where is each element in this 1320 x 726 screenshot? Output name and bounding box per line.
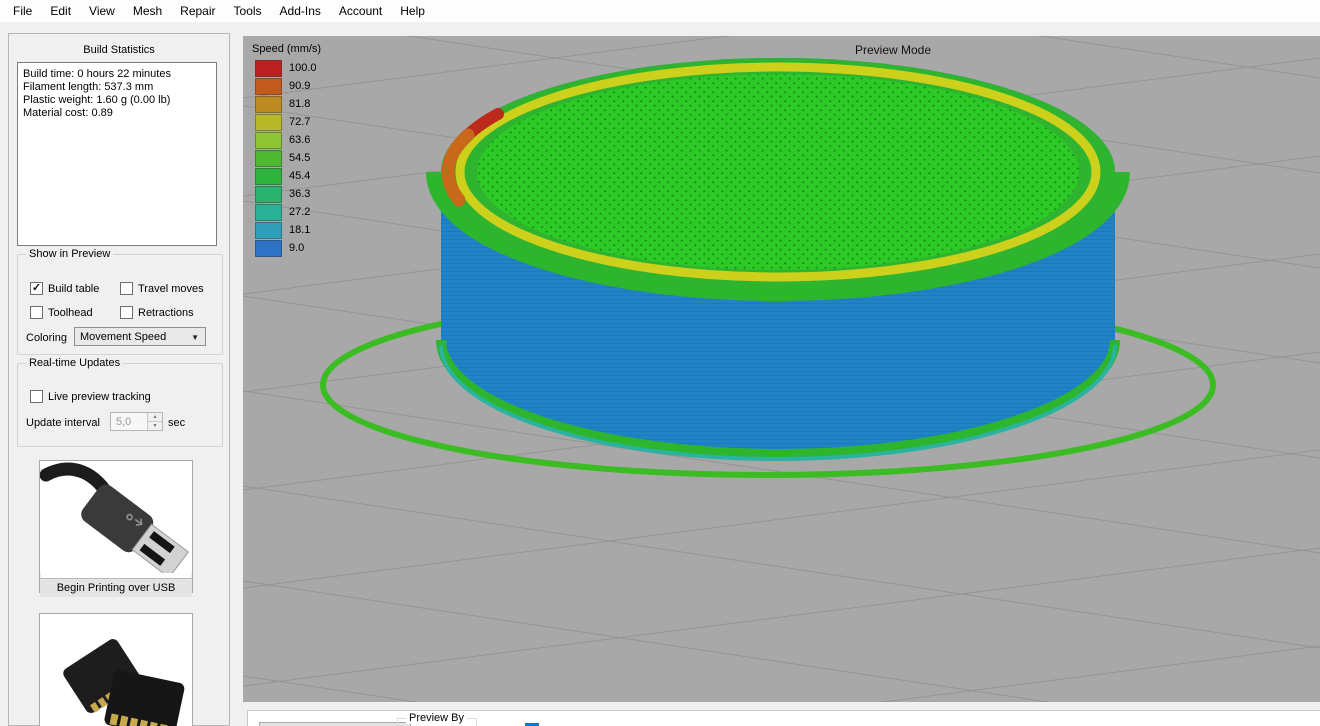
build-statistics-box: Build time: 0 hours 22 minutes Filament … bbox=[17, 62, 217, 246]
checkbox-live-preview-label: Live preview tracking bbox=[48, 391, 151, 403]
checkbox-build-table-label: Build table bbox=[48, 283, 99, 295]
gcode-preview-scene bbox=[243, 36, 1320, 702]
checkbox-build-table[interactable]: ✓ Build table bbox=[30, 282, 99, 295]
bottom-left-button[interactable] bbox=[259, 722, 411, 726]
legend-value: 90.9 bbox=[289, 80, 310, 92]
legend-value: 72.7 bbox=[289, 116, 310, 128]
checkbox-toolhead-box[interactable] bbox=[30, 306, 43, 319]
checkbox-travel-moves[interactable]: Travel moves bbox=[120, 282, 204, 295]
checkbox-retractions-label: Retractions bbox=[138, 307, 194, 319]
build-statistics-title: Build Statistics bbox=[9, 44, 229, 56]
menu-help[interactable]: Help bbox=[391, 1, 434, 21]
legend-row: 63.6 bbox=[252, 131, 321, 149]
legend-value: 9.0 bbox=[289, 242, 304, 254]
legend-value: 54.5 bbox=[289, 152, 310, 164]
top-infill bbox=[477, 74, 1079, 270]
checkbox-retractions[interactable]: Retractions bbox=[120, 306, 194, 319]
menu-tools[interactable]: Tools bbox=[225, 1, 271, 21]
legend-row: 9.0 bbox=[252, 239, 321, 257]
legend-row: 18.1 bbox=[252, 221, 321, 239]
spin-up-icon[interactable]: ▲ bbox=[148, 413, 162, 422]
speed-legend-title: Speed (mm/s) bbox=[252, 43, 321, 55]
legend-swatch bbox=[255, 222, 282, 239]
legend-swatch bbox=[255, 96, 282, 113]
legend-swatch bbox=[255, 240, 282, 257]
chevron-down-icon: ▼ bbox=[191, 333, 199, 342]
legend-value: 100.0 bbox=[289, 62, 317, 74]
menu-file[interactable]: File bbox=[4, 1, 41, 21]
spin-down-icon[interactable]: ▼ bbox=[148, 422, 162, 430]
coloring-label: Coloring bbox=[26, 332, 67, 344]
show-in-preview-title: Show in Preview bbox=[26, 248, 113, 260]
legend-swatch bbox=[255, 150, 282, 167]
legend-swatch bbox=[255, 168, 282, 185]
legend-row: 45.4 bbox=[252, 167, 321, 185]
menu-mesh[interactable]: Mesh bbox=[124, 1, 171, 21]
legend-swatch bbox=[255, 78, 282, 95]
legend-value: 27.2 bbox=[289, 206, 310, 218]
checkbox-travel-moves-label: Travel moves bbox=[138, 283, 204, 295]
sd-card-button[interactable] bbox=[39, 613, 193, 726]
menu-account[interactable]: Account bbox=[330, 1, 391, 21]
legend-swatch bbox=[255, 60, 282, 77]
update-interval-unit: sec bbox=[168, 417, 185, 429]
legend-swatch bbox=[255, 114, 282, 131]
legend-swatch bbox=[255, 132, 282, 149]
bottom-toolbar: Preview By bbox=[247, 710, 1320, 726]
legend-row: 72.7 bbox=[252, 113, 321, 131]
legend-value: 45.4 bbox=[289, 170, 310, 182]
legend-row: 100.0 bbox=[252, 59, 321, 77]
legend-row: 27.2 bbox=[252, 203, 321, 221]
stat-material-cost: Material cost: 0.89 bbox=[23, 107, 211, 120]
coloring-dropdown-value: Movement Speed bbox=[80, 331, 166, 343]
checkbox-build-table-box[interactable]: ✓ bbox=[30, 282, 43, 295]
stat-plastic-weight: Plastic weight: 1.60 g (0.00 lb) bbox=[23, 94, 211, 107]
preview-mode-label: Preview Mode bbox=[813, 43, 973, 57]
checkbox-retractions-box[interactable] bbox=[120, 306, 133, 319]
checkbox-travel-moves-box[interactable] bbox=[120, 282, 133, 295]
legend-swatch bbox=[255, 186, 282, 203]
preview-3d-viewport[interactable]: Speed (mm/s) 100.0 90.9 81.8 72.7 63.6 5… bbox=[243, 36, 1320, 702]
usb-plug-image bbox=[40, 461, 192, 573]
checkbox-live-preview-tracking[interactable]: Live preview tracking bbox=[30, 390, 151, 403]
menu-view[interactable]: View bbox=[80, 1, 124, 21]
begin-printing-usb-button[interactable]: Begin Printing over USB bbox=[39, 460, 193, 593]
update-interval-label: Update interval bbox=[26, 417, 100, 429]
legend-value: 81.8 bbox=[289, 98, 310, 110]
checkbox-live-preview-box[interactable] bbox=[30, 390, 43, 403]
speed-legend: Speed (mm/s) 100.0 90.9 81.8 72.7 63.6 5… bbox=[252, 43, 321, 257]
realtime-updates-group: Real-time Updates Live preview tracking … bbox=[17, 363, 223, 447]
legend-row: 90.9 bbox=[252, 77, 321, 95]
menu-repair[interactable]: Repair bbox=[171, 1, 224, 21]
legend-row: 36.3 bbox=[252, 185, 321, 203]
update-interval-stepper[interactable]: 5,0 ▲ ▼ bbox=[110, 412, 163, 431]
stat-filament-length: Filament length: 537.3 mm bbox=[23, 81, 211, 94]
legend-row: 81.8 bbox=[252, 95, 321, 113]
legend-value: 18.1 bbox=[289, 224, 310, 236]
update-interval-spin-buttons[interactable]: ▲ ▼ bbox=[147, 413, 162, 430]
realtime-updates-title: Real-time Updates bbox=[26, 357, 123, 369]
update-interval-value: 5,0 bbox=[111, 413, 147, 430]
checkbox-toolhead-label: Toolhead bbox=[48, 307, 93, 319]
sd-cards-image bbox=[40, 614, 192, 726]
usb-button-label: Begin Printing over USB bbox=[40, 578, 192, 597]
menu-addins[interactable]: Add-Ins bbox=[271, 1, 330, 21]
stat-build-time: Build time: 0 hours 22 minutes bbox=[23, 68, 211, 81]
legend-row: 54.5 bbox=[252, 149, 321, 167]
checkbox-toolhead[interactable]: Toolhead bbox=[30, 306, 93, 319]
menu-edit[interactable]: Edit bbox=[41, 1, 80, 21]
menu-bar: File Edit View Mesh Repair Tools Add-Ins… bbox=[0, 0, 1320, 22]
legend-value: 36.3 bbox=[289, 188, 310, 200]
sidebar-panel: Build Statistics Build time: 0 hours 22 … bbox=[8, 33, 230, 726]
legend-swatch bbox=[255, 204, 282, 221]
coloring-dropdown[interactable]: Movement Speed ▼ bbox=[74, 327, 206, 346]
show-in-preview-group: Show in Preview ✓ Build table Travel mov… bbox=[17, 254, 223, 355]
preview-by-label: Preview By bbox=[406, 712, 467, 724]
legend-value: 63.6 bbox=[289, 134, 310, 146]
